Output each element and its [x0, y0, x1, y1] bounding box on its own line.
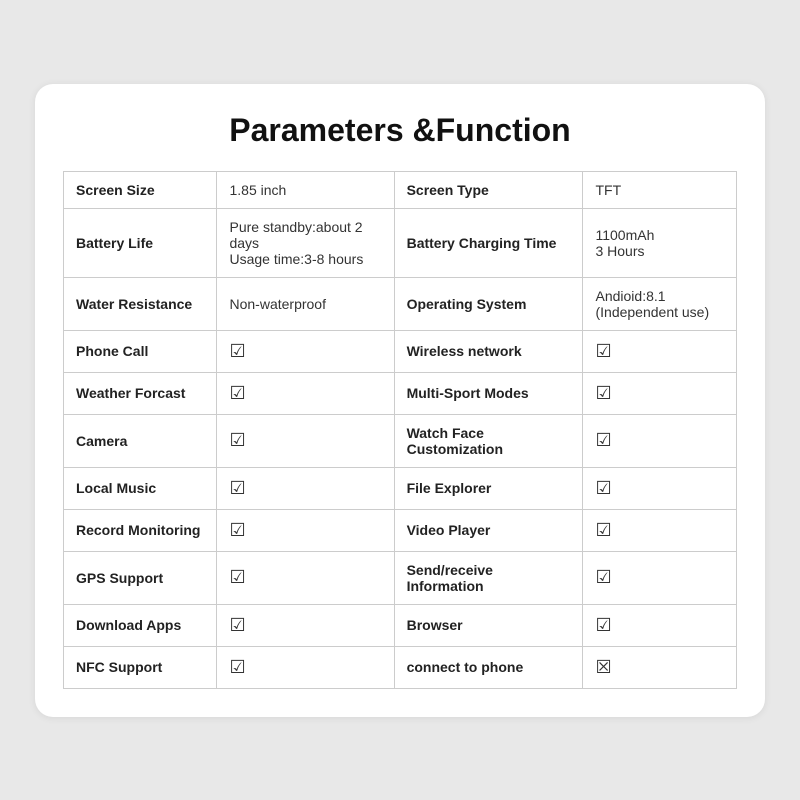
table-row: Screen Size1.85 inchScreen TypeTFT	[64, 171, 737, 208]
left-label: Battery Life	[64, 208, 217, 277]
check-icon: ☑	[595, 520, 611, 540]
right-label: Screen Type	[394, 171, 583, 208]
table-row: Phone Call ☑ Wireless network ☑	[64, 330, 737, 372]
right-value: ☑	[583, 509, 737, 551]
table-row: Weather Forcast ☑ Multi-Sport Modes ☑	[64, 372, 737, 414]
left-value: Pure standby:about 2 days Usage time:3-8…	[217, 208, 394, 277]
left-label: Phone Call	[64, 330, 217, 372]
check-icon: ☑	[229, 430, 245, 450]
left-label: Camera	[64, 414, 217, 467]
right-value: ☑	[583, 551, 737, 604]
right-value: TFT	[583, 171, 737, 208]
right-value: ☒	[583, 646, 737, 688]
left-value: 1.85 inch	[217, 171, 394, 208]
table-row: Camera ☑ Watch Face Customization ☑	[64, 414, 737, 467]
left-label: NFC Support	[64, 646, 217, 688]
left-value: Non-waterproof	[217, 277, 394, 330]
check-icon: ☑	[229, 615, 245, 635]
right-label: Send/receive Information	[394, 551, 583, 604]
left-value: ☑	[217, 604, 394, 646]
check-icon: ☑	[229, 567, 245, 587]
right-label: Watch Face Customization	[394, 414, 583, 467]
check-icon: ☑	[229, 478, 245, 498]
right-label: Multi-Sport Modes	[394, 372, 583, 414]
right-label: connect to phone	[394, 646, 583, 688]
right-value: 1100mAh 3 Hours	[583, 208, 737, 277]
right-value: ☑	[583, 372, 737, 414]
left-label: Local Music	[64, 467, 217, 509]
right-value: ☑	[583, 330, 737, 372]
table-row: Water ResistanceNon-waterproofOperating …	[64, 277, 737, 330]
check-icon: ☑	[229, 520, 245, 540]
left-value: ☑	[217, 467, 394, 509]
right-label: File Explorer	[394, 467, 583, 509]
left-value: ☑	[217, 414, 394, 467]
left-value: ☑	[217, 509, 394, 551]
right-label: Browser	[394, 604, 583, 646]
left-value: ☑	[217, 646, 394, 688]
left-value: ☑	[217, 372, 394, 414]
left-label: Record Monitoring	[64, 509, 217, 551]
check-icon: ☑	[229, 657, 245, 677]
check-icon: ☑	[595, 478, 611, 498]
left-label: Screen Size	[64, 171, 217, 208]
table-row: Battery LifePure standby:about 2 days Us…	[64, 208, 737, 277]
check-icon: ☑	[229, 383, 245, 403]
parameters-card: Parameters &Function Screen Size1.85 inc…	[35, 84, 765, 717]
check-icon: ☑	[595, 383, 611, 403]
left-label: Download Apps	[64, 604, 217, 646]
check-icon: ☑	[229, 341, 245, 361]
right-value: ☑	[583, 414, 737, 467]
left-label: Weather Forcast	[64, 372, 217, 414]
x-icon: ☒	[595, 657, 611, 677]
table-row: Record Monitoring ☑ Video Player ☑	[64, 509, 737, 551]
right-value: ☑	[583, 467, 737, 509]
table-row: NFC Support ☑ connect to phone ☒	[64, 646, 737, 688]
check-icon: ☑	[595, 615, 611, 635]
table-row: Local Music ☑ File Explorer ☑	[64, 467, 737, 509]
check-icon: ☑	[595, 567, 611, 587]
parameters-table: Screen Size1.85 inchScreen TypeTFTBatter…	[63, 171, 737, 689]
table-row: Download Apps ☑ Browser ☑	[64, 604, 737, 646]
table-row: GPS Support ☑ Send/receive Information ☑	[64, 551, 737, 604]
right-value: ☑	[583, 604, 737, 646]
right-label: Video Player	[394, 509, 583, 551]
check-icon: ☑	[595, 341, 611, 361]
check-icon: ☑	[595, 430, 611, 450]
left-value: ☑	[217, 330, 394, 372]
right-label: Battery Charging Time	[394, 208, 583, 277]
right-label: Operating System	[394, 277, 583, 330]
page-title: Parameters &Function	[63, 112, 737, 149]
left-value: ☑	[217, 551, 394, 604]
left-label: Water Resistance	[64, 277, 217, 330]
right-value: Andioid:8.1 (Independent use)	[583, 277, 737, 330]
right-label: Wireless network	[394, 330, 583, 372]
left-label: GPS Support	[64, 551, 217, 604]
